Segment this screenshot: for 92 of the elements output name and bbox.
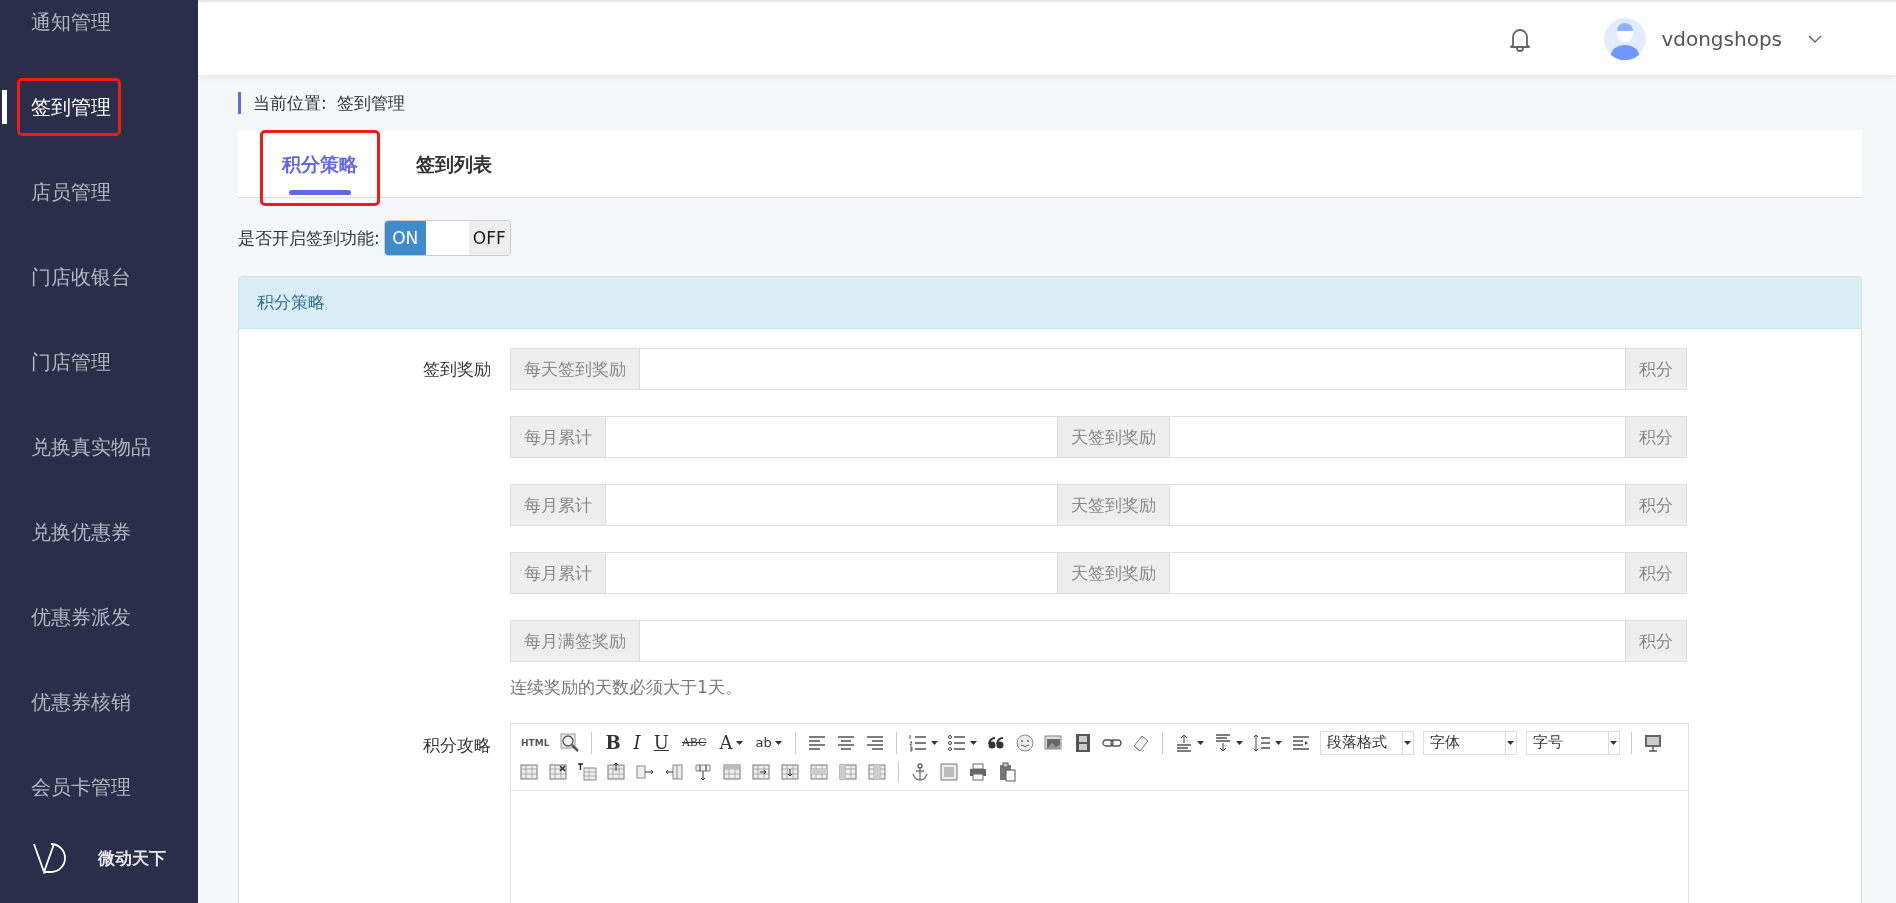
input-addon: 天签到奖励 — [1057, 552, 1170, 594]
printer-icon[interactable] — [968, 761, 988, 782]
table-icon[interactable] — [519, 761, 539, 782]
table-title-icon[interactable] — [577, 761, 597, 782]
caret-icon — [1196, 740, 1204, 745]
input-suffix: 积分 — [1625, 348, 1687, 390]
breadcrumb-label: 当前位置: — [253, 91, 327, 115]
field-label: 积分攻略 — [423, 735, 491, 755]
switch-handle[interactable] — [425, 221, 469, 255]
input-field[interactable] — [1170, 416, 1625, 458]
sidebar-item[interactable]: 优惠券派发 — [31, 603, 131, 630]
input-addon: 天签到奖励 — [1057, 416, 1170, 458]
input-field[interactable] — [640, 348, 1625, 390]
tab[interactable]: 签到列表 — [416, 130, 492, 190]
caret-icon — [930, 740, 938, 745]
toggle-switch[interactable]: ON OFF — [383, 220, 511, 256]
strikethrough-button[interactable]: ABC — [679, 730, 709, 755]
table-rows-icon[interactable] — [809, 761, 829, 782]
input-suffix: 积分 — [1625, 552, 1687, 594]
paste-icon[interactable] — [997, 761, 1017, 782]
sidebar-item[interactable]: 签到管理 — [31, 93, 111, 120]
panel-title: 积分策略 — [257, 291, 325, 314]
format-select[interactable]: 段落格式 — [1319, 730, 1414, 755]
input-prefix: 每月累计 — [510, 416, 606, 458]
input-suffix: 积分 — [1625, 620, 1687, 662]
format-select[interactable]: 字体 — [1422, 730, 1517, 755]
avatar-icon[interactable] — [1604, 17, 1647, 60]
caret-icon — [735, 740, 743, 745]
sidebar-item[interactable]: 优惠券核销 — [31, 688, 131, 715]
caret-icon — [1274, 740, 1282, 745]
anchor-icon[interactable] — [910, 761, 930, 782]
rich-text-editor[interactable]: HTML B I U ABC A ab 段落格式 字体 字号 — [510, 723, 1689, 903]
tab-underline — [289, 190, 351, 195]
sidebar-item[interactable]: 门店收银台 — [31, 263, 131, 290]
image-icon[interactable] — [1043, 732, 1064, 753]
input-prefix: 每月累计 — [510, 484, 606, 526]
input-field[interactable] — [1170, 552, 1625, 594]
caret-icon — [1404, 740, 1412, 745]
caret-icon — [1507, 740, 1515, 745]
sidebar-item[interactable]: 兑换真实物品 — [31, 433, 151, 460]
input-addon: 天签到奖励 — [1057, 484, 1170, 526]
sidebar-item[interactable]: 店员管理 — [31, 178, 111, 205]
line-height-icon[interactable] — [1251, 732, 1272, 753]
delete-table-icon[interactable] — [548, 761, 568, 782]
input-field[interactable] — [1170, 484, 1625, 526]
input-prefix: 每天签到奖励 — [510, 348, 640, 390]
input-suffix: 积分 — [1625, 484, 1687, 526]
html-button[interactable]: HTML — [519, 730, 552, 755]
sidebar-item[interactable]: 门店管理 — [31, 348, 111, 375]
italic-button[interactable]: I — [631, 730, 643, 755]
sidebar-item[interactable]: 通知管理 — [31, 8, 111, 35]
input-prefix: 每月满签奖励 — [510, 620, 640, 662]
input-field[interactable] — [606, 484, 1057, 526]
chevron-down-icon[interactable] — [1808, 34, 1822, 43]
merge-down-cells-icon[interactable] — [780, 761, 800, 782]
insert-row-icon[interactable] — [606, 761, 626, 782]
username[interactable]: vdongshops — [1661, 26, 1782, 51]
brand-name: 微动天下 — [98, 846, 166, 870]
highlight-button[interactable]: ab — [753, 730, 784, 755]
switch-off-label: OFF — [468, 221, 510, 255]
numbered-list-icon[interactable] — [907, 732, 928, 753]
underline-button[interactable]: U — [651, 730, 671, 755]
tab[interactable]: 积分策略 — [282, 130, 358, 190]
sidebar-item[interactable]: 兑换优惠券 — [31, 518, 131, 545]
input-field[interactable] — [606, 552, 1057, 594]
bullet-list-icon[interactable] — [946, 732, 967, 753]
table-grid-icon[interactable] — [838, 761, 858, 782]
help-text: 连续奖励的天数必须大于1天。 — [510, 676, 742, 699]
format-select[interactable]: 字号 — [1525, 730, 1620, 755]
input-prefix: 每月累计 — [510, 552, 606, 594]
switch-label: 是否开启签到功能: — [238, 226, 380, 250]
caret-icon — [969, 740, 977, 745]
caret-icon — [774, 740, 782, 745]
font-color-button[interactable]: A — [717, 730, 745, 755]
input-field[interactable] — [606, 416, 1057, 458]
caret-icon — [1235, 740, 1243, 745]
merge-down-icon[interactable] — [693, 761, 713, 782]
caret-icon — [1610, 740, 1618, 745]
smiley-icon[interactable] — [1014, 732, 1035, 753]
bold-button[interactable]: B — [603, 730, 623, 755]
sidebar-item[interactable]: 会员卡管理 — [31, 773, 131, 800]
merge-right-icon[interactable] — [751, 761, 771, 782]
monitor-icon[interactable] — [1642, 732, 1663, 753]
search-icon[interactable] — [560, 732, 581, 753]
image-frame-icon[interactable] — [939, 761, 959, 782]
table-columns-icon[interactable] — [867, 761, 887, 782]
breadcrumb-current[interactable]: 签到管理 — [336, 91, 405, 115]
switch-on-label: ON — [384, 221, 426, 255]
input-suffix: 积分 — [1625, 416, 1687, 458]
insert-column-left-icon[interactable] — [664, 761, 684, 782]
field-label: 签到奖励 — [423, 358, 491, 379]
input-field[interactable] — [640, 620, 1625, 662]
